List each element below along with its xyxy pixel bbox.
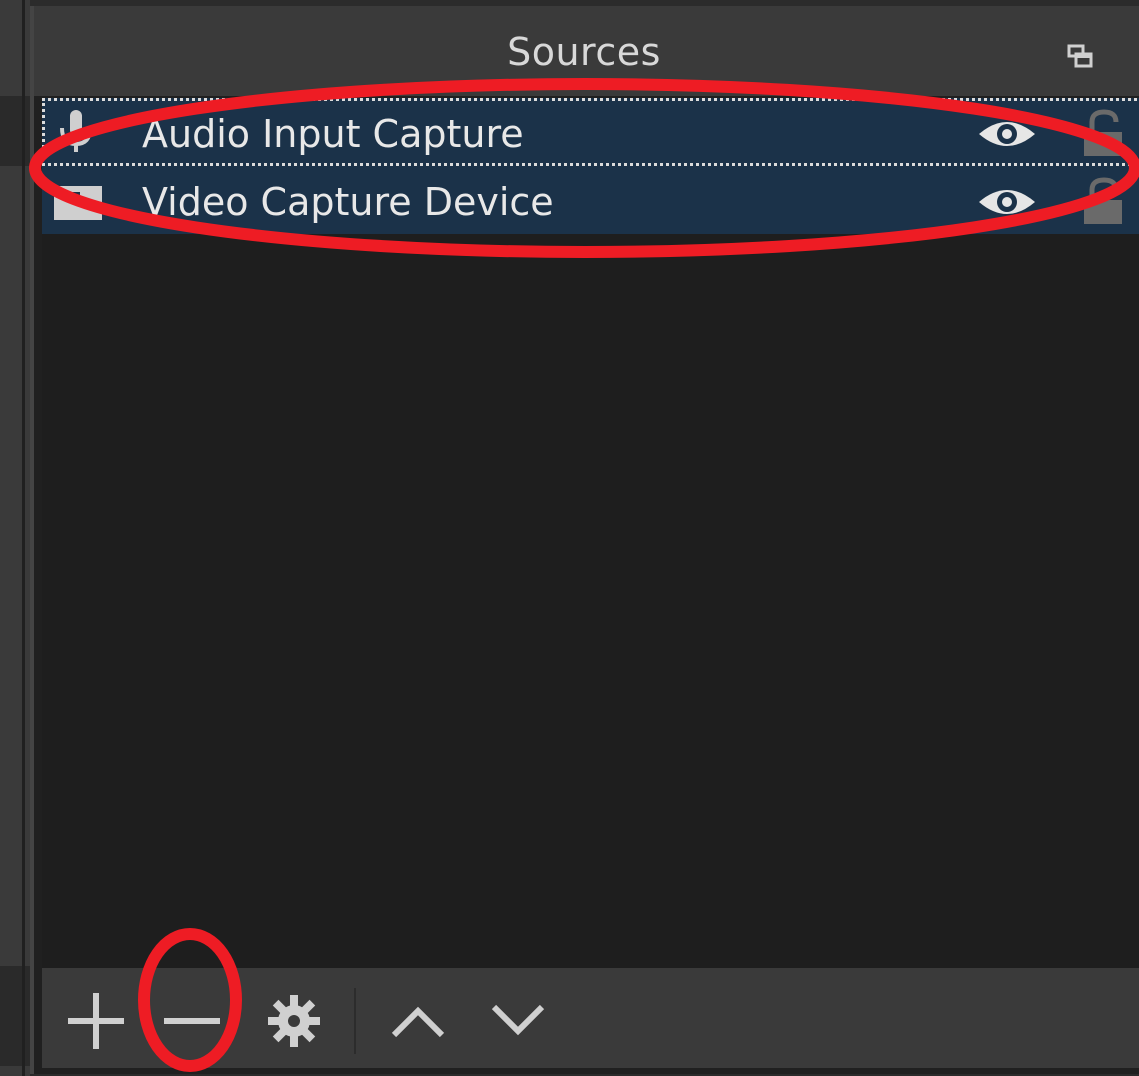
adjacent-dock-band [0, 966, 30, 1066]
source-item-label: Video Capture Device [142, 180, 554, 224]
plus-icon [68, 993, 124, 1049]
visibility-eye-icon[interactable] [977, 184, 1037, 220]
visibility-eye-icon[interactable] [977, 116, 1037, 152]
chevron-down-icon [491, 1004, 545, 1036]
source-item-video-capture-device[interactable]: Video Capture Device [42, 166, 1139, 234]
sources-list[interactable]: Audio Input Capture Video Capture Device [42, 98, 1139, 968]
microphone-icon [60, 110, 92, 152]
source-item-label: Audio Input Capture [142, 112, 524, 156]
gear-icon [268, 995, 320, 1047]
unlocked-icon[interactable] [1078, 176, 1126, 226]
move-up-button[interactable] [378, 986, 458, 1056]
chevron-up-icon [391, 1006, 445, 1038]
add-source-button[interactable] [56, 986, 136, 1056]
sources-toolbar [42, 968, 1139, 1068]
sources-dock: Sources Audio Input Capture Video Captur… [30, 6, 1139, 1074]
move-down-button[interactable] [478, 986, 558, 1056]
adjacent-dock-band [0, 96, 30, 166]
source-item-audio-input-capture[interactable]: Audio Input Capture [42, 98, 1139, 166]
dock-titlebar: Sources [34, 6, 1139, 96]
float-dock-icon[interactable] [1066, 42, 1094, 70]
source-properties-button[interactable] [254, 986, 334, 1056]
camera-icon [54, 186, 102, 220]
remove-source-button[interactable] [152, 986, 232, 1056]
adjacent-dock-strip [0, 0, 30, 1076]
minus-icon [164, 1018, 220, 1024]
dock-title: Sources [507, 30, 661, 74]
dock-splitter[interactable] [22, 0, 25, 1076]
unlocked-icon[interactable] [1078, 108, 1126, 158]
toolbar-separator [354, 988, 356, 1054]
